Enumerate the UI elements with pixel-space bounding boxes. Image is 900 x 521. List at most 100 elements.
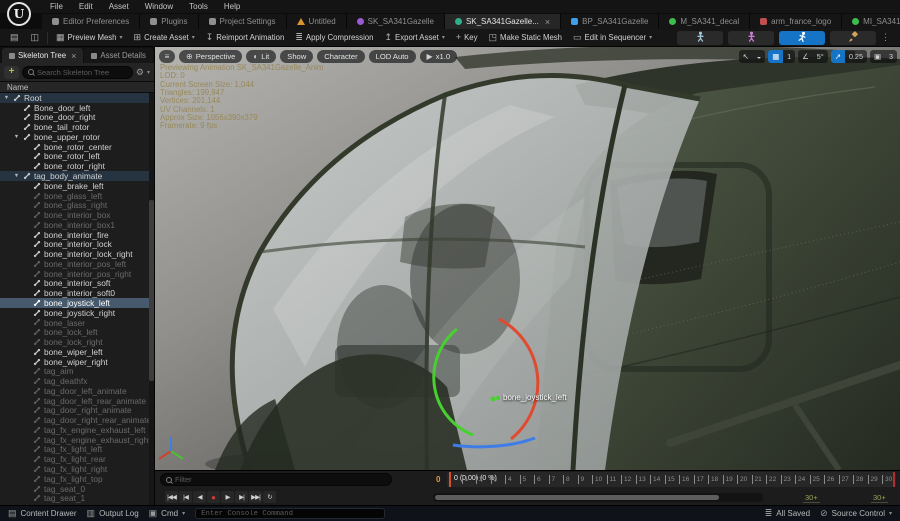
tab-asset-details[interactable]: Asset Details	[84, 48, 153, 63]
tree-row-tag-seat-0[interactable]: tag_seat_0	[0, 484, 154, 494]
tree-row-bone-door-right[interactable]: Bone_door_right	[0, 113, 154, 123]
tree-scrollbar[interactable]	[149, 93, 154, 505]
tree-row-bone-joystick-left[interactable]: bone_joystick_left	[0, 298, 154, 308]
expander-icon[interactable]: ▼	[13, 134, 20, 140]
step-forward-button[interactable]: ▶|	[235, 491, 248, 503]
timeline-filter-box[interactable]	[160, 473, 392, 486]
tree-row-bone-tail-rotor[interactable]: bone_tail_rotor	[0, 122, 154, 132]
close-icon[interactable]: ×	[545, 17, 550, 27]
viewport-lod-auto-button[interactable]: LOD Auto	[369, 50, 416, 63]
tree-row-bone-laser[interactable]: bone_laser	[0, 318, 154, 328]
tree-row-bone-interior-fire[interactable]: bone_interior_fire	[0, 230, 154, 240]
tab-untitled[interactable]: Untitled	[287, 14, 347, 29]
tree-row-bone-lock-left[interactable]: bone_lock_left	[0, 327, 154, 337]
playhead-marker[interactable]	[449, 472, 451, 487]
tree-row-bone-glass-left[interactable]: bone_glass_left	[0, 191, 154, 201]
viewport-perspective-button[interactable]: ⊕Perspective	[179, 50, 242, 63]
unreal-engine-logo[interactable]: U	[7, 2, 31, 26]
tree-row-bone-interior-pos-left[interactable]: bone_interior_pos_left	[0, 259, 154, 269]
tree-row-tag-fx-engine-exhaust-left[interactable]: tag_fx_engine_exhaust_left	[0, 425, 154, 435]
tree-row-tag-door-right-animate[interactable]: tag_door_right_animate	[0, 406, 154, 416]
reimport-animation-button[interactable]: ↧Reimport Animation	[201, 31, 290, 44]
edit-in-sequencer-button[interactable]: ▭Edit in Sequencer▾	[568, 31, 657, 44]
rotation-snap-value[interactable]: 5°	[813, 50, 828, 63]
tree-row-tag-fx-engine-exhaust-right[interactable]: tag_fx_engine_exhaust_right	[0, 435, 154, 445]
browse-to-asset-button[interactable]: ◫	[26, 31, 45, 44]
tree-row-tag-fx-light-right[interactable]: tag_fx_light_right	[0, 464, 154, 474]
source-control-button[interactable]: ⊘ Source Control ▾	[820, 509, 892, 518]
tab-bp-sa341gazelle[interactable]: BP_SA341Gazelle	[561, 14, 659, 29]
tree-row-bone-interior-soft0[interactable]: bone_interior_soft0	[0, 288, 154, 298]
mesh-mode-button[interactable]	[728, 31, 774, 45]
tree-row-tag-deathfx[interactable]: tag_deathfx	[0, 376, 154, 386]
tree-row-root[interactable]: ▼Root	[0, 93, 154, 103]
tab-skeleton-tree[interactable]: Skeleton Tree×	[2, 48, 83, 63]
overflow-menu-icon[interactable]: ⋮	[881, 32, 890, 43]
loop-button[interactable]: ↻	[263, 491, 276, 503]
menu-file[interactable]: File	[42, 2, 71, 11]
tree-row-bone-rotor-center[interactable]: bone_rotor_center	[0, 142, 154, 152]
tree-row-bone-wiper-right[interactable]: bone_wiper_right	[0, 357, 154, 367]
timeline-scrollbar-thumb[interactable]	[435, 495, 719, 500]
step-backward-button[interactable]: |◀	[179, 491, 192, 503]
timeline-ruler[interactable]: 0 (0.00) (0 %) 1234567891011121314151617…	[447, 472, 896, 487]
tree-row-bone-glass-right[interactable]: bone_glass_right	[0, 200, 154, 210]
preview-mesh-button[interactable]: ▦Preview Mesh▾	[51, 31, 128, 44]
tree-row-bone-interior-lock-right[interactable]: bone_interior_lock_right	[0, 249, 154, 259]
tab-m-sa341-decal[interactable]: M_SA341_decal	[659, 14, 750, 29]
derived-data-button[interactable]: ≣ All Saved	[765, 509, 810, 518]
tree-row-tag-seat-1[interactable]: tag_seat_1	[0, 493, 154, 503]
menu-tools[interactable]: Tools	[181, 2, 216, 11]
current-frame-value[interactable]: 0	[436, 475, 440, 484]
tree-row-tag-fx-light-rear[interactable]: tag_fx_light_rear	[0, 454, 154, 464]
tree-row-bone-interior-pos-right[interactable]: bone_interior_pos_right	[0, 269, 154, 279]
rotation-snap-icon[interactable]: ∠	[798, 50, 813, 63]
tab-plugins[interactable]: Plugins	[140, 14, 198, 29]
paint-mode-button[interactable]	[830, 31, 876, 45]
scale-snap-icon[interactable]: ↗	[831, 50, 845, 63]
tree-scrollbar-thumb[interactable]	[149, 200, 154, 381]
viewport-x1-0-button[interactable]: ▶x1.0	[420, 50, 458, 63]
go-to-end-button[interactable]: ▶▶|	[249, 491, 262, 503]
tab-sk-sa341gazelle[interactable]: SK_SA341Gazelle	[347, 14, 445, 29]
expander-icon[interactable]: ▼	[13, 173, 20, 179]
tree-row-tag-fx-light-top[interactable]: tag_fx_light_top	[0, 474, 154, 484]
viewport-lit-button[interactable]: ◐Lit	[246, 50, 276, 63]
search-box[interactable]	[22, 66, 133, 79]
menu-asset[interactable]: Asset	[101, 2, 137, 11]
tree-row-bone-rotor-right[interactable]: bone_rotor_right	[0, 161, 154, 171]
export-asset-button[interactable]: ↥Export Asset▾	[379, 31, 449, 44]
tree-row-bone-interior-soft[interactable]: bone_interior_soft	[0, 279, 154, 289]
tree-row-tag-door-left-rear-animate[interactable]: tag_door_left_rear_animate	[0, 396, 154, 406]
add-socket-button[interactable]: +	[4, 66, 19, 79]
range-max-value[interactable]: 30+	[871, 493, 888, 503]
timeline-scrollbar[interactable]	[433, 493, 763, 502]
viewport[interactable]: ≡ ⊕Perspective◐LitShowCharacterLOD Auto▶…	[155, 47, 900, 470]
console-command-input[interactable]	[201, 510, 379, 518]
grid-snap-icon[interactable]: ▦	[768, 50, 783, 63]
tree-row-tag-door-left-animate[interactable]: tag_door_left_animate	[0, 386, 154, 396]
animation-mode-button[interactable]	[779, 31, 825, 45]
tab-project-settings[interactable]: Project Settings	[199, 14, 287, 29]
content-drawer-button[interactable]: ▤ Content Drawer	[8, 509, 77, 518]
tree-row-bone-rotor-left[interactable]: bone_rotor_left	[0, 152, 154, 162]
tree-row-tag-body-animate[interactable]: ▼tag_body_animate	[0, 171, 154, 181]
play-reverse-button[interactable]: ◀	[193, 491, 206, 503]
tree-row-tag-door-right-rear-animate[interactable]: tag_door_right_rear_animate	[0, 415, 154, 425]
menu-window[interactable]: Window	[137, 2, 181, 11]
apply-compression-button[interactable]: ≣Apply Compression	[290, 31, 378, 44]
tree-row-tag-fx-light-left[interactable]: tag_fx_light_left	[0, 445, 154, 455]
tree-row-bone-brake-left[interactable]: bone_brake_left	[0, 181, 154, 191]
console-command-box[interactable]	[195, 508, 385, 519]
tab-mi-sa341-decal1[interactable]: MI_SA341_decal1	[842, 14, 900, 29]
gear-icon[interactable]: ⚙	[136, 67, 144, 78]
viewport-character-button[interactable]: Character	[317, 50, 364, 63]
menu-help[interactable]: Help	[216, 2, 248, 11]
viewport-menu-icon[interactable]: ≡	[159, 50, 175, 63]
output-log-button[interactable]: ▥ Output Log	[87, 509, 139, 518]
tree-row-bone-joystick-right[interactable]: bone_joystick_right	[0, 308, 154, 318]
grid-snap-value[interactable]: 1	[783, 50, 795, 63]
timeline-filter-input[interactable]	[175, 475, 386, 484]
cmd-dropdown[interactable]: ▣ Cmd ▾	[149, 509, 185, 518]
scale-snap-value[interactable]: 0.25	[845, 50, 867, 63]
